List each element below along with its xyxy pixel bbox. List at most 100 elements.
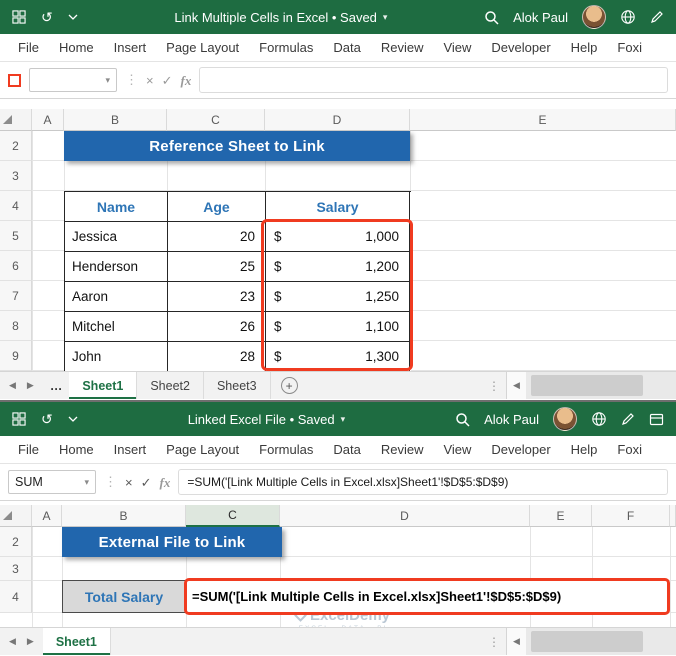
row-header[interactable]: 7	[0, 281, 32, 311]
table-header-salary[interactable]: Salary	[266, 192, 410, 222]
column-header-e[interactable]: E	[410, 109, 676, 131]
sheet-tab-sheet1[interactable]: Sheet1	[42, 628, 111, 655]
sheet-nav-right-icon[interactable]: ▶	[27, 636, 34, 647]
avatar[interactable]	[553, 407, 577, 431]
ribbon-tab-insert[interactable]: Insert	[104, 40, 157, 55]
ribbon-tab-help[interactable]: Help	[561, 40, 608, 55]
row-header[interactable]: 4	[0, 581, 32, 613]
undo-icon[interactable]: ↺	[41, 10, 53, 24]
app-grid-icon[interactable]	[12, 412, 26, 426]
ribbon-tab-file[interactable]: File	[8, 40, 49, 55]
tab-splitter-icon[interactable]: ⋮	[488, 379, 500, 393]
column-header-d[interactable]: D	[265, 109, 410, 131]
ribbon-tab-home[interactable]: Home	[49, 40, 104, 55]
ribbon-tab-page-layout[interactable]: Page Layout	[156, 40, 249, 55]
name-box[interactable]: ▾	[29, 68, 117, 92]
hscroll-left-button[interactable]: ◀	[506, 628, 526, 655]
row-header[interactable]: 2	[0, 131, 32, 161]
hscroll-thumb[interactable]	[531, 631, 643, 652]
globe-icon[interactable]	[620, 9, 636, 25]
cell-age[interactable]: 23	[168, 282, 266, 312]
cell-name[interactable]: Henderson	[65, 252, 168, 282]
sheet-tabs-ellipsis[interactable]: …	[43, 372, 70, 399]
row-header[interactable]: 9	[0, 341, 32, 371]
window-title[interactable]: Link Multiple Cells in Excel • Saved ▾	[78, 10, 484, 25]
total-salary-label-cell[interactable]: Total Salary	[62, 580, 186, 613]
search-icon[interactable]	[484, 10, 499, 25]
tab-splitter-icon[interactable]: ⋮	[488, 635, 500, 649]
insert-function-icon[interactable]: fx	[181, 74, 192, 87]
customize-toolbar-chevron-icon[interactable]	[68, 416, 78, 422]
sheet-nav-right-icon[interactable]: ▶	[27, 380, 34, 391]
cell-name[interactable]: Jessica	[65, 222, 168, 252]
row-header[interactable]: 5	[0, 221, 32, 251]
undo-icon[interactable]: ↺	[41, 412, 53, 426]
ribbon-tab-view[interactable]: View	[433, 40, 481, 55]
ribbon-tab-foxit[interactable]: Foxi	[607, 442, 652, 457]
ribbon-tab-page-layout[interactable]: Page Layout	[156, 442, 249, 457]
ribbon-tab-insert[interactable]: Insert	[104, 442, 157, 457]
column-header-d[interactable]: D	[280, 505, 530, 527]
ribbon-tab-home[interactable]: Home	[49, 442, 104, 457]
avatar[interactable]	[582, 5, 606, 29]
search-icon[interactable]	[455, 412, 470, 427]
user-name[interactable]: Alok Paul	[484, 412, 539, 427]
row-header[interactable]: 6	[0, 251, 32, 281]
ribbon-tab-formulas[interactable]: Formulas	[249, 442, 323, 457]
ribbon-tab-data[interactable]: Data	[323, 442, 370, 457]
cell-age[interactable]: 26	[168, 312, 266, 342]
window-title[interactable]: Linked Excel File • Saved ▾	[78, 412, 455, 427]
sheet-tab-sheet1[interactable]: Sheet1	[69, 372, 138, 399]
ribbon-tab-developer[interactable]: Developer	[481, 40, 560, 55]
cell-age[interactable]: 25	[168, 252, 266, 282]
customize-toolbar-chevron-icon[interactable]	[68, 14, 78, 20]
column-header-e[interactable]: E	[530, 505, 592, 527]
hscroll-left-button[interactable]: ◀	[506, 372, 526, 399]
ribbon-tab-developer[interactable]: Developer	[481, 442, 560, 457]
reference-banner-cell[interactable]: Reference Sheet to Link	[64, 131, 410, 161]
sheet-tab-sheet2[interactable]: Sheet2	[137, 372, 204, 399]
app-grid-icon[interactable]	[12, 10, 26, 24]
row-header[interactable]: 3	[0, 557, 32, 581]
sheet-nav-left-icon[interactable]: ◀	[9, 380, 16, 391]
column-header-c-selected[interactable]: C	[186, 505, 280, 527]
row-header[interactable]: 8	[0, 311, 32, 341]
row-header[interactable]: 3	[0, 161, 32, 191]
cell-name[interactable]: John	[65, 342, 168, 371]
select-all-corner[interactable]	[0, 109, 32, 131]
pen-icon[interactable]	[621, 412, 635, 426]
column-header-b[interactable]: B	[64, 109, 167, 131]
cancel-icon[interactable]: ×	[125, 476, 133, 489]
ribbon-tab-foxit[interactable]: Foxi	[607, 40, 652, 55]
table-header-name[interactable]: Name	[65, 192, 168, 222]
column-header-c[interactable]: C	[167, 109, 265, 131]
column-header-a[interactable]: A	[32, 109, 64, 131]
row-header[interactable]: 2	[0, 527, 32, 557]
ribbon-tab-formulas[interactable]: Formulas	[249, 40, 323, 55]
user-name[interactable]: Alok Paul	[513, 10, 568, 25]
cell-age[interactable]: 28	[168, 342, 266, 371]
column-header-a[interactable]: A	[32, 505, 62, 527]
globe-icon[interactable]	[591, 411, 607, 427]
select-all-corner[interactable]	[0, 505, 32, 527]
cancel-icon[interactable]: ×	[146, 74, 154, 87]
cell-name[interactable]: Aaron	[65, 282, 168, 312]
column-header-b[interactable]: B	[62, 505, 186, 527]
formula-result-cell[interactable]: =SUM('[Link Multiple Cells in Excel.xlsx…	[184, 578, 670, 615]
ribbon-tab-help[interactable]: Help	[561, 442, 608, 457]
ribbon-tab-file[interactable]: File	[8, 442, 49, 457]
table-header-age[interactable]: Age	[168, 192, 266, 222]
insert-function-icon[interactable]: fx	[160, 476, 171, 489]
formula-bar-input[interactable]: =SUM('[Link Multiple Cells in Excel.xlsx…	[178, 469, 668, 495]
cell-age[interactable]: 20	[168, 222, 266, 252]
enter-icon[interactable]: ✓	[141, 476, 152, 489]
ribbon-tab-view[interactable]: View	[433, 442, 481, 457]
cell-name[interactable]: Mitchel	[65, 312, 168, 342]
sheet-nav-left-icon[interactable]: ◀	[9, 636, 16, 647]
ribbon-tab-review[interactable]: Review	[371, 442, 434, 457]
pen-icon[interactable]	[650, 10, 664, 24]
external-file-banner-cell[interactable]: External File to Link	[62, 527, 282, 557]
ribbon-tab-data[interactable]: Data	[323, 40, 370, 55]
horizontal-scrollbar[interactable]	[526, 628, 676, 655]
hscroll-thumb[interactable]	[531, 375, 643, 396]
